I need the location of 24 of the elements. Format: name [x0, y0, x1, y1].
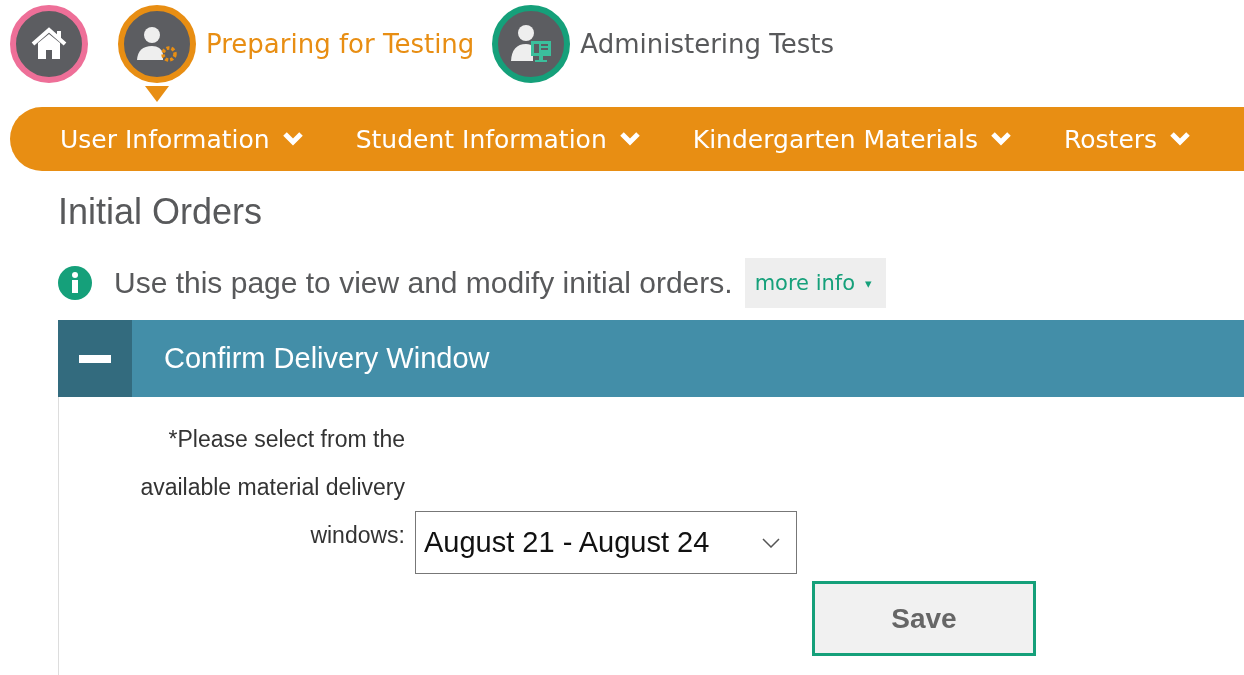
menu-item[interactable]: User Information: [60, 124, 304, 154]
house-icon: [29, 26, 69, 62]
person-monitor-icon: [509, 23, 554, 65]
info-icon: [58, 266, 92, 300]
menu-item[interactable]: Rosters: [1064, 124, 1192, 154]
collapse-button[interactable]: [58, 320, 132, 397]
delivery-window-select[interactable]: August 21 - August 24: [415, 511, 797, 574]
chevron-down-icon: [281, 131, 304, 147]
page-title: Initial Orders: [58, 190, 264, 234]
menu-item[interactable]: Student Information: [355, 124, 641, 154]
info-text: Use this page to view and modify initial orders.: [114, 266, 733, 300]
more-info-button[interactable]: more info ▾: [744, 258, 886, 308]
step-label[interactable]: Administering Tests: [580, 29, 835, 59]
minus-icon: [79, 354, 111, 363]
chevron-down-icon: [618, 131, 641, 147]
chevron-down-icon: [762, 537, 780, 548]
chevron-down-icon: [990, 131, 1013, 147]
save-button[interactable]: Save: [812, 581, 1036, 656]
panel-title: Confirm Delivery Window: [164, 342, 490, 375]
step-label[interactable]: Preparing for Testing: [206, 29, 475, 59]
menu-item[interactable]: Kindergarten Materials: [692, 124, 1013, 154]
chevron-down-icon: [1169, 131, 1192, 147]
person-gear-icon: [135, 24, 179, 64]
field-label: *Please select from the available material delivery windows:: [139, 425, 405, 550]
